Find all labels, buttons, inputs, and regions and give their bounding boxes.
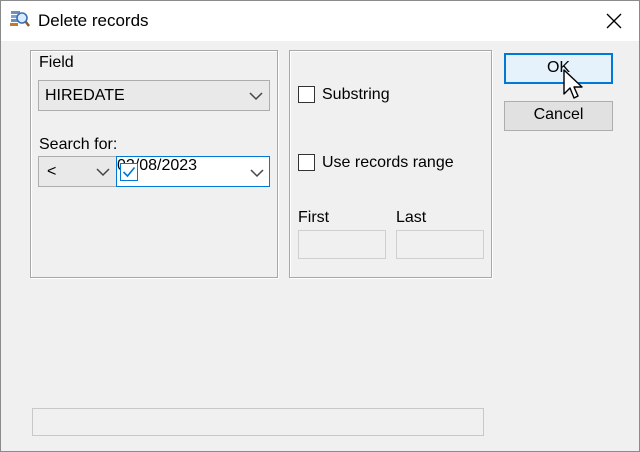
cancel-button[interactable]: Cancel bbox=[504, 101, 613, 131]
last-input[interactable] bbox=[396, 230, 484, 259]
field-select[interactable]: HIREDATE bbox=[38, 80, 270, 111]
field-select-value: HIREDATE bbox=[45, 87, 125, 104]
ok-button[interactable]: OK bbox=[504, 53, 613, 84]
mouse-cursor-icon bbox=[563, 69, 583, 99]
search-for-label: Search for: bbox=[39, 136, 118, 153]
status-field bbox=[32, 408, 484, 436]
substring-checkbox[interactable] bbox=[298, 86, 315, 103]
operator-select[interactable]: < bbox=[38, 156, 117, 187]
close-button[interactable] bbox=[593, 5, 633, 37]
title-bar[interactable]: Delete records bbox=[1, 1, 639, 41]
chevron-down-icon bbox=[96, 168, 110, 177]
field-label: Field bbox=[39, 54, 74, 71]
records-range-label[interactable]: Use records range bbox=[322, 153, 454, 173]
cancel-button-label: Cancel bbox=[533, 106, 584, 123]
first-input[interactable] bbox=[298, 230, 386, 259]
close-icon bbox=[606, 13, 622, 29]
last-label: Last bbox=[396, 209, 427, 226]
date-enable-checkbox[interactable] bbox=[120, 163, 138, 181]
chevron-down-icon[interactable] bbox=[250, 169, 264, 178]
delete-records-dialog: Delete records Field HIREDATE Search for… bbox=[0, 0, 640, 452]
date-picker[interactable]: 02/08/2023 bbox=[116, 156, 270, 187]
window-title: Delete records bbox=[38, 11, 149, 30]
first-label: First bbox=[298, 209, 330, 226]
operator-select-value: < bbox=[47, 163, 57, 180]
substring-label[interactable]: Substring bbox=[322, 85, 390, 105]
chevron-down-icon bbox=[249, 92, 263, 101]
database-search-icon bbox=[10, 11, 30, 27]
records-range-checkbox[interactable] bbox=[298, 154, 315, 171]
